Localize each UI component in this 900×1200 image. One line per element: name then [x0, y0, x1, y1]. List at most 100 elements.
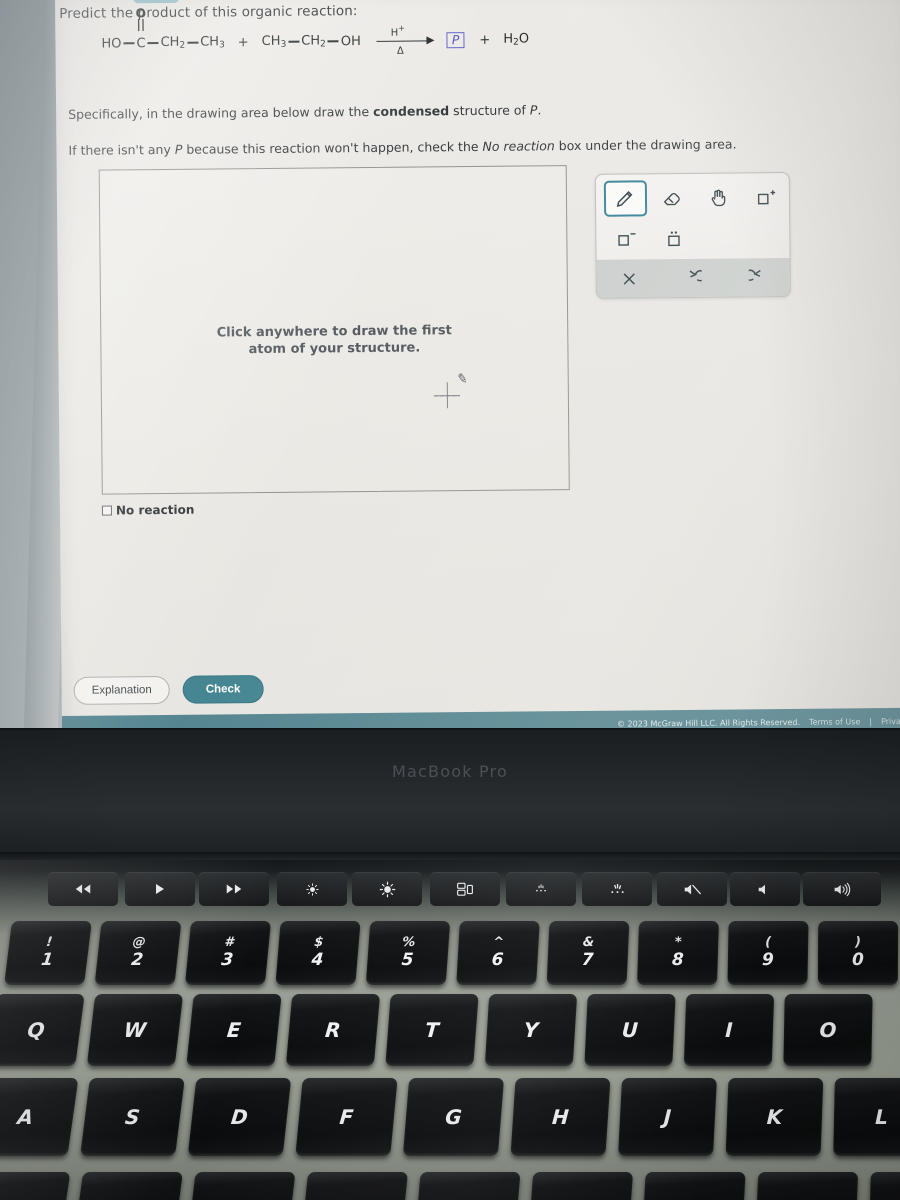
terms-of-use-link[interactable]: Terms of Use [809, 717, 860, 726]
plus-sign-1: + [237, 34, 249, 50]
mute-key[interactable] [657, 872, 727, 906]
key-5[interactable]: % 5 [365, 921, 451, 985]
bond-line [288, 40, 300, 43]
key-bottom-row[interactable] [528, 1172, 634, 1200]
bond-line [147, 42, 159, 44]
laptop-lower-bezel [0, 730, 900, 858]
key-bottom-row[interactable] [0, 1172, 71, 1200]
key-h[interactable]: H [510, 1078, 611, 1156]
pencil-tool[interactable] [603, 180, 648, 217]
keyboard-backlight-up-key[interactable] [582, 872, 652, 906]
lone-pair-tool[interactable] [650, 218, 698, 258]
copyright-text: © 2023 McGraw Hill LLC. All Rights Reser… [616, 717, 801, 729]
key-9[interactable]: (9 [727, 921, 809, 985]
key-bottom-row[interactable] [642, 1172, 746, 1200]
plus-sign-2: + [479, 32, 491, 48]
bond-line [187, 41, 199, 44]
explanation-button[interactable]: Explanation [73, 675, 170, 705]
toolbar-actions [596, 257, 790, 298]
arrow-condition-above: H+ [390, 23, 406, 39]
key-bottom-row[interactable] [755, 1172, 859, 1200]
key-7[interactable]: & 7 [546, 921, 630, 985]
key-e[interactable]: E [186, 994, 282, 1066]
number-key-row: ! 1 @2 #3 $4% 5 ^ 6 & 7 * 8(9) 0 [4, 921, 899, 985]
reactant-2-ch2: CH2 [301, 33, 326, 50]
key-o[interactable]: O [783, 994, 873, 1066]
key-u[interactable]: U [584, 994, 676, 1066]
arrow-shaft [376, 39, 429, 43]
reactant-1-ch3: CH3 [200, 34, 225, 51]
drawing-canvas[interactable]: Click anywhere to draw the first atom of… [98, 165, 570, 495]
home-key-row: ASDFGHJKL [0, 1078, 900, 1156]
key-bottom-row[interactable] [74, 1172, 184, 1200]
key-a[interactable]: A [0, 1078, 79, 1156]
key-bottom-row[interactable] [869, 1172, 900, 1200]
clear-button[interactable] [597, 259, 662, 298]
key-k[interactable]: K [725, 1078, 824, 1156]
no-reaction-checkbox-row[interactable]: No reaction [101, 502, 195, 518]
add-negative-charge-tool[interactable] [602, 218, 650, 258]
double-bond-glyph: || [136, 16, 146, 31]
eraser-tool[interactable] [649, 178, 696, 218]
key-t[interactable]: T [385, 994, 479, 1066]
key-i[interactable]: I [683, 994, 775, 1066]
privacy-link[interactable]: Privacy [881, 716, 900, 725]
redo-button[interactable] [725, 258, 790, 297]
key-y[interactable]: Y [484, 994, 578, 1066]
key-bottom-row[interactable] [301, 1172, 409, 1200]
key-q[interactable]: Q [0, 994, 85, 1066]
bond-line [123, 42, 135, 45]
action-button-bar: Explanation Check [73, 675, 264, 705]
key-2[interactable]: @2 [94, 921, 182, 985]
key-w[interactable]: W [86, 994, 184, 1066]
reaction-equation: HO O || C CH2 CH3 + CH3 CH2 OH H+ Δ P + … [101, 6, 530, 57]
key-bottom-row[interactable] [415, 1172, 521, 1200]
reactant-1-ho: HO [101, 35, 122, 52]
key-j[interactable]: J [618, 1078, 717, 1156]
key-d[interactable]: D [187, 1078, 292, 1156]
product-placeholder-box: P [446, 32, 465, 49]
hand-tool[interactable] [695, 177, 742, 217]
volume-down-key[interactable] [730, 872, 800, 906]
photo-scene: Predict the product of this organic reac… [0, 0, 900, 1200]
arrow-condition-below: Δ [396, 45, 404, 57]
brightness-down-key[interactable] [277, 872, 347, 906]
key-3[interactable]: #3 [184, 921, 272, 985]
key-4[interactable]: $4 [275, 921, 361, 985]
key-6[interactable]: ^ 6 [456, 921, 540, 985]
key-1[interactable]: ! 1 [4, 921, 92, 985]
mission-control-key[interactable] [430, 872, 500, 906]
key-bottom-row[interactable] [188, 1172, 296, 1200]
key-g[interactable]: G [402, 1078, 505, 1156]
rewind-key[interactable] [48, 872, 118, 906]
brightness-up-key[interactable] [352, 872, 422, 906]
check-button[interactable]: Check [182, 675, 264, 704]
arrow-head [426, 36, 435, 45]
browser-page: Predict the product of this organic reac… [55, 0, 900, 742]
key-0[interactable]: ) 0 [817, 921, 899, 985]
key-f[interactable]: F [295, 1078, 398, 1156]
no-reaction-checkbox[interactable] [101, 505, 113, 516]
carbonyl-group: O || C [136, 6, 146, 51]
reactant-1-ch2: CH2 [160, 34, 186, 51]
key-8[interactable]: * 8 [637, 921, 719, 985]
instruction-line: Specifically, in the drawing area below … [68, 102, 542, 122]
pencil-cursor-icon: ✎ [455, 371, 469, 388]
canvas-hint-text: Click anywhere to draw the first atom of… [216, 323, 452, 358]
undo-button[interactable] [661, 259, 726, 298]
drawing-toolbar[interactable] [594, 171, 791, 299]
key-s[interactable]: S [80, 1078, 185, 1156]
bond-line [327, 40, 339, 43]
no-reaction-note: If there isn't any P because this reacti… [68, 136, 737, 158]
fast-forward-key[interactable] [199, 872, 269, 906]
key-l[interactable]: L [833, 1078, 900, 1156]
add-positive-charge-tool[interactable] [742, 177, 789, 217]
play-pause-key[interactable] [125, 872, 195, 906]
footer-separator: | [869, 716, 873, 726]
volume-up-key[interactable] [803, 872, 881, 906]
keyboard-backlight-down-key[interactable] [506, 872, 576, 906]
page-title: Predict the product of this organic reac… [59, 3, 358, 22]
no-reaction-label: No reaction [115, 502, 195, 518]
key-r[interactable]: R [285, 994, 381, 1066]
water-molecule: H2O [503, 31, 530, 48]
